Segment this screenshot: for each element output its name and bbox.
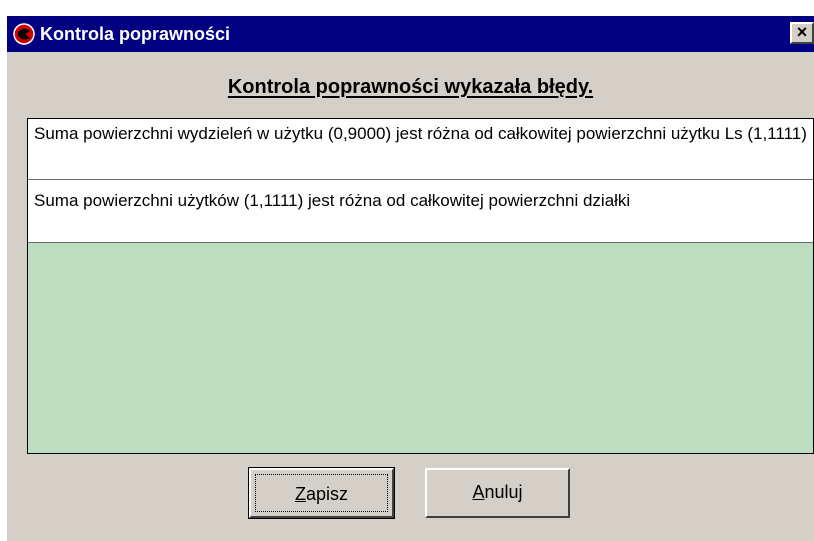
error-list[interactable]: Suma powierzchni wydzieleń w użytku (0,9… [27,118,814,454]
save-button[interactable]: Zapisz [248,467,395,519]
error-dialog-window: Kontrola poprawności × Kontrola poprawno… [7,16,814,541]
app-logo-icon [13,23,35,45]
save-mnemonic: Z [294,484,306,504]
cancel-label: nuluj [484,482,523,502]
close-button[interactable]: × [790,22,814,44]
dialog-heading: Kontrola poprawności wykazała błędy. [227,76,594,98]
close-icon: × [796,22,808,42]
cancel-button[interactable]: Anuluj [425,468,570,518]
focus-rectangle: Zapisz [255,474,388,512]
window-title: Kontrola poprawności [40,24,231,44]
cancel-mnemonic: A [472,482,485,502]
save-label: apisz [305,484,349,504]
title-bar[interactable]: Kontrola poprawności × [7,16,814,52]
error-list-item[interactable]: Suma powierzchni użytków (1,1111) jest r… [28,180,813,243]
error-list-item[interactable]: Suma powierzchni wydzieleń w użytku (0,9… [28,119,813,180]
